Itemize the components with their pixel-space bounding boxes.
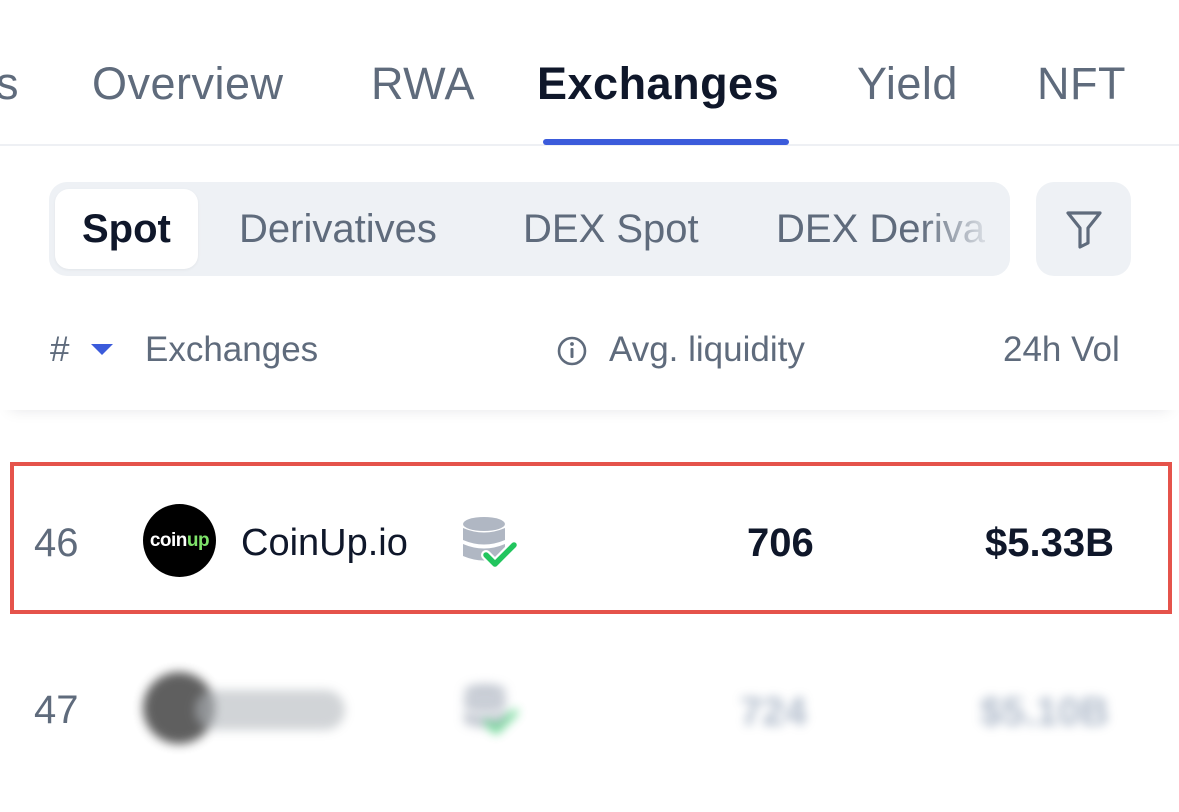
info-icon[interactable] bbox=[556, 335, 588, 367]
database-check-icon bbox=[464, 684, 518, 734]
row-rank: 47 bbox=[34, 688, 79, 732]
liquidity-header[interactable]: Avg. liquidity bbox=[609, 330, 805, 370]
filter-button[interactable] bbox=[1036, 182, 1131, 276]
tab-partial[interactable]: s bbox=[0, 58, 19, 110]
liquidity-value: 724 bbox=[740, 690, 807, 734]
tab-overview[interactable]: Overview bbox=[92, 58, 284, 110]
tab-yield[interactable]: Yield bbox=[857, 58, 958, 110]
highlight-box bbox=[10, 462, 1172, 614]
market-type-segmented-control: Spot Derivatives DEX Spot DEX Deriva bbox=[49, 182, 1010, 276]
subtab-derivatives[interactable]: Derivatives bbox=[239, 189, 437, 269]
subtab-dex-spot[interactable]: DEX Spot bbox=[523, 189, 699, 269]
table-header: # Exchanges Avg. liquidity 24h Vol bbox=[0, 300, 1179, 410]
tab-exchanges[interactable]: Exchanges bbox=[537, 58, 779, 110]
top-nav: s Overview RWA Exchanges Yield NFT bbox=[0, 0, 1179, 146]
filter-icon bbox=[1065, 211, 1102, 249]
exchanges-page: s Overview RWA Exchanges Yield NFT Spot … bbox=[0, 0, 1179, 812]
exchange-header[interactable]: Exchanges bbox=[145, 330, 318, 370]
active-tab-indicator bbox=[543, 139, 789, 145]
tab-rwa[interactable]: RWA bbox=[371, 58, 475, 110]
sort-desc-icon[interactable] bbox=[91, 344, 113, 355]
rank-header[interactable]: # bbox=[50, 330, 69, 370]
subtab-dex-derivatives[interactable]: DEX Deriva bbox=[776, 189, 985, 269]
tab-nft[interactable]: NFT bbox=[1037, 58, 1126, 110]
volume-value: $5.10B bbox=[980, 690, 1109, 734]
redacted-exchange bbox=[135, 660, 350, 755]
volume-header[interactable]: 24h Vol bbox=[1003, 330, 1120, 370]
subtab-spot[interactable]: Spot bbox=[55, 189, 198, 269]
